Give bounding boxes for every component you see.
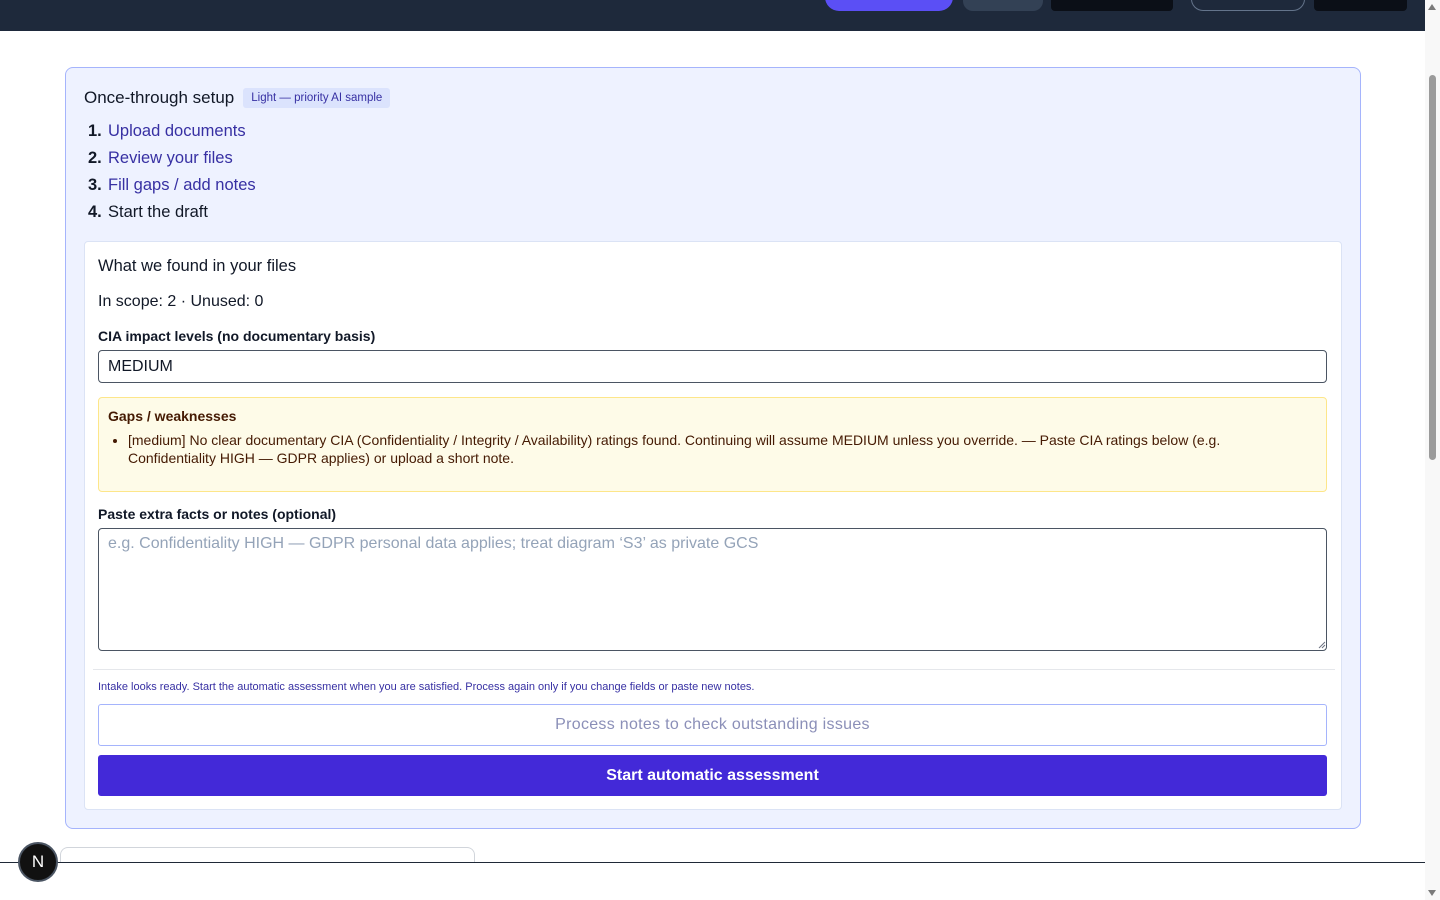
step-label[interactable]: Fill gaps / add notes	[108, 176, 256, 195]
scroll-down-arrow-icon[interactable]	[1428, 890, 1436, 896]
resize-handle-icon[interactable]	[1318, 641, 1326, 649]
vertical-scrollbar[interactable]	[1425, 0, 1440, 900]
step-number: 4.	[88, 203, 102, 221]
setup-steps: 1. Upload documents 2. Review your files…	[88, 118, 256, 226]
step-start-draft: 4. Start the draft	[88, 199, 256, 226]
cia-impact-label: CIA impact levels (no documentary basis)	[98, 328, 376, 344]
nav-secondary-button[interactable]	[963, 0, 1043, 11]
gap-item: [medium] No clear documentary CIA (Confi…	[128, 431, 1308, 467]
cia-impact-input[interactable]	[98, 350, 1327, 383]
nav-outline-button[interactable]	[1191, 0, 1305, 11]
step-label[interactable]: Review your files	[108, 149, 233, 168]
extra-notes-label: Paste extra facts or notes (optional)	[98, 506, 337, 522]
start-assessment-button[interactable]: Start automatic assessment	[98, 755, 1327, 796]
step-number: 1.	[88, 122, 102, 140]
step-review-files[interactable]: 2. Review your files	[88, 145, 256, 172]
step-label-current: Start the draft	[108, 203, 208, 221]
nav-dark-button[interactable]	[1051, 0, 1173, 11]
priority-badge: Light — priority AI sample	[243, 88, 391, 108]
step-label[interactable]: Upload documents	[108, 122, 246, 141]
setup-header: Once-through setup Light — priority AI s…	[84, 86, 391, 110]
extra-notes-textarea[interactable]	[98, 528, 1327, 651]
scroll-up-arrow-icon[interactable]	[1428, 4, 1436, 10]
step-number: 2.	[88, 149, 102, 167]
top-navigation-bar	[0, 0, 1425, 31]
gaps-list: [medium] No clear documentary CIA (Confi…	[128, 431, 1308, 467]
step-number: 3.	[88, 176, 102, 194]
setup-title: Once-through setup	[84, 88, 235, 107]
findings-panel: What we found in your files In scope: 2 …	[84, 241, 1342, 810]
gaps-title: Gaps / weaknesses	[108, 408, 237, 424]
step-upload-documents[interactable]: 1. Upload documents	[88, 118, 256, 145]
scrollbar-thumb[interactable]	[1429, 75, 1436, 460]
gaps-warning-box: Gaps / weaknesses [medium] No clear docu…	[98, 397, 1327, 492]
bottom-region	[0, 863, 1425, 900]
nav-account-button[interactable]	[1314, 0, 1407, 11]
section-divider	[93, 669, 1335, 670]
intake-setup-card: Once-through setup Light — priority AI s…	[65, 67, 1361, 829]
intake-status-hint: Intake looks ready. Start the automatic …	[98, 681, 755, 693]
scope-summary: In scope: 2 · Unused: 0	[98, 293, 264, 310]
assistant-avatar-button[interactable]: N	[18, 842, 58, 882]
nav-primary-button[interactable]	[825, 0, 953, 11]
findings-title: What we found in your files	[98, 257, 297, 275]
step-fill-gaps[interactable]: 3. Fill gaps / add notes	[88, 172, 256, 199]
process-notes-button[interactable]: Process notes to check outstanding issue…	[98, 704, 1327, 746]
